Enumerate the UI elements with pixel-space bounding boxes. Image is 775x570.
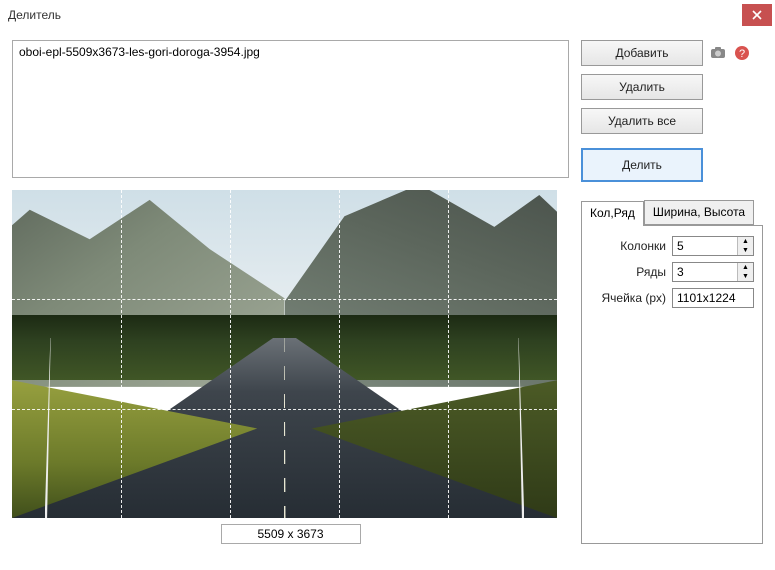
columns-input[interactable] [673,237,737,255]
tab-panel: Колонки ▲ ▼ Ряды ▲ ▼ [581,225,763,544]
remove-button[interactable]: Удалить [581,74,703,100]
camera-icon[interactable] [709,44,727,62]
rows-spinner[interactable]: ▲ ▼ [672,262,754,282]
rows-up[interactable]: ▲ [738,263,753,272]
rows-down[interactable]: ▼ [738,272,753,281]
cell-label: Ячейка (px) [602,291,666,305]
help-icon[interactable]: ? [733,44,751,62]
remove-all-button[interactable]: Удалить все [581,108,703,134]
cell-size-output: 1101x1224 [672,288,754,308]
close-icon [752,10,762,20]
columns-down[interactable]: ▼ [738,246,753,255]
window-title: Делитель [8,8,742,22]
columns-label: Колонки [620,239,666,253]
svg-text:?: ? [739,48,745,60]
columns-spinner[interactable]: ▲ ▼ [672,236,754,256]
close-button[interactable] [742,4,772,26]
columns-up[interactable]: ▲ [738,237,753,246]
rows-input[interactable] [673,263,737,281]
tab-colrow[interactable]: Кол,Ряд [581,201,644,226]
image-preview [12,190,557,518]
image-dimensions: 5509 x 3673 [221,524,361,544]
file-list-item[interactable]: oboi-epl-5509x3673-les-gori-doroga-3954.… [19,45,562,59]
titlebar: Делитель [0,0,775,30]
add-button[interactable]: Добавить [581,40,703,66]
split-button[interactable]: Делить [581,148,703,182]
file-list[interactable]: oboi-epl-5509x3673-les-gori-doroga-3954.… [12,40,569,178]
rows-label: Ряды [636,265,666,279]
tabs: Кол,Ряд Ширина, Высота [581,200,763,225]
tab-width-height[interactable]: Ширина, Высота [644,200,754,225]
